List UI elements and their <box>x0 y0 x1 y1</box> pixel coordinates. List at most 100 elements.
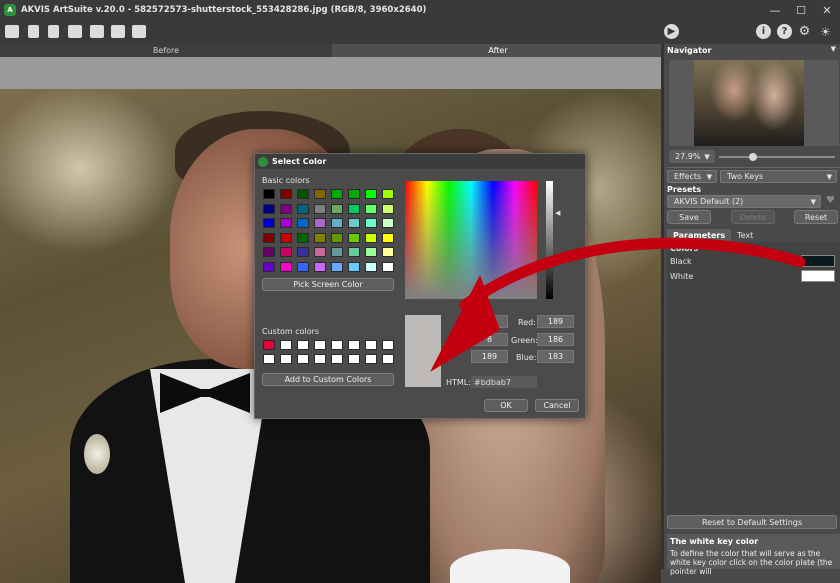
ok-button[interactable]: OK <box>484 399 528 412</box>
cancel-button[interactable]: Cancel <box>535 399 579 412</box>
basic-color-cell[interactable] <box>331 189 343 199</box>
html-color-input[interactable]: #bdbab7 <box>471 376 537 388</box>
basic-color-cell[interactable] <box>382 189 394 199</box>
basic-color-cell[interactable] <box>348 218 360 228</box>
basic-color-cell[interactable] <box>331 232 343 243</box>
basic-color-cell[interactable] <box>263 189 275 199</box>
custom-color-cell[interactable] <box>331 340 343 350</box>
basic-color-cell[interactable] <box>348 261 360 272</box>
basic-color-cell[interactable] <box>314 232 326 243</box>
info-icon[interactable]: i <box>756 24 771 39</box>
basic-color-cell[interactable] <box>331 261 343 272</box>
basic-color-cell[interactable] <box>365 203 377 214</box>
heart-icon[interactable]: ♥ <box>826 195 835 206</box>
navigator-window[interactable] <box>669 60 839 146</box>
effect-select[interactable]: Two Keys ▼ <box>720 170 837 183</box>
minimize-button[interactable]: — <box>762 0 788 20</box>
custom-color-cell[interactable] <box>331 354 343 364</box>
basic-color-cell[interactable] <box>280 261 292 272</box>
basic-color-cell[interactable] <box>331 247 343 257</box>
custom-color-cell[interactable] <box>365 354 377 364</box>
basic-color-cell[interactable] <box>263 218 275 228</box>
blue-field[interactable]: 183 <box>537 350 574 363</box>
saturation-field[interactable]: 8 <box>471 333 508 346</box>
hue-field[interactable] <box>471 315 508 328</box>
basic-color-cell[interactable] <box>263 203 275 214</box>
basic-color-cell[interactable] <box>297 218 309 228</box>
reset-preset-button[interactable]: Reset <box>794 210 838 224</box>
custom-color-cell[interactable] <box>314 354 326 364</box>
custom-color-cell[interactable] <box>365 340 377 350</box>
basic-color-cell[interactable] <box>263 247 275 257</box>
basic-color-cell[interactable] <box>297 232 309 243</box>
basic-color-cell[interactable] <box>382 218 394 228</box>
basic-color-cell[interactable] <box>348 203 360 214</box>
basic-color-cell[interactable] <box>297 189 309 199</box>
custom-color-cell[interactable] <box>297 340 309 350</box>
basic-color-cell[interactable] <box>365 232 377 243</box>
run-icon[interactable]: ▶ <box>664 24 679 39</box>
green-field[interactable]: 186 <box>537 333 574 346</box>
basic-color-cell[interactable] <box>263 232 275 243</box>
basic-color-cell[interactable] <box>331 203 343 214</box>
effects-dropdown[interactable]: Effects ▼ <box>667 170 717 183</box>
basic-color-cell[interactable] <box>314 261 326 272</box>
basic-color-cell[interactable] <box>331 218 343 228</box>
basic-color-cell[interactable] <box>365 247 377 257</box>
custom-color-cell[interactable] <box>297 354 309 364</box>
custom-color-cell[interactable] <box>263 340 275 350</box>
basic-color-cell[interactable] <box>263 261 275 272</box>
custom-color-cell[interactable] <box>263 354 275 364</box>
collapse-icon[interactable]: ▼ <box>831 45 836 53</box>
luminance-pointer-icon[interactable]: ◀ <box>555 209 560 217</box>
print-icon[interactable] <box>68 25 82 38</box>
custom-color-cell[interactable] <box>348 340 360 350</box>
luminance-bar[interactable] <box>546 181 553 299</box>
white-color-plate[interactable] <box>801 270 835 282</box>
basic-color-cell[interactable] <box>348 247 360 257</box>
basic-color-cell[interactable] <box>348 232 360 243</box>
zoom-dropdown[interactable]: 27.9% ▼ <box>669 150 715 163</box>
zoom-slider-knob[interactable] <box>749 153 758 161</box>
basic-color-cell[interactable] <box>365 261 377 272</box>
value-field[interactable]: 189 <box>471 350 508 363</box>
black-color-plate[interactable] <box>801 255 835 267</box>
share-icon[interactable] <box>111 25 125 38</box>
tab-before[interactable]: Before <box>0 44 332 57</box>
basic-color-cell[interactable] <box>365 189 377 199</box>
custom-color-cell[interactable] <box>348 354 360 364</box>
custom-color-cell[interactable] <box>382 354 394 364</box>
custom-color-cell[interactable] <box>382 340 394 350</box>
tab-text[interactable]: Text <box>731 229 759 242</box>
basic-color-cell[interactable] <box>382 247 394 257</box>
tab-after[interactable]: After <box>332 44 664 57</box>
zoom-slider[interactable] <box>719 153 835 161</box>
basic-color-cell[interactable] <box>348 189 360 199</box>
reset-to-default-button[interactable]: Reset to Default Settings <box>667 515 837 529</box>
basic-color-cell[interactable] <box>297 247 309 257</box>
basic-color-cell[interactable] <box>280 189 292 199</box>
home-icon[interactable] <box>5 25 19 38</box>
close-button[interactable]: ✕ <box>814 0 840 20</box>
tab-parameters[interactable]: Parameters <box>667 229 732 242</box>
navigator-thumbnail[interactable] <box>694 60 804 146</box>
basic-color-cell[interactable] <box>382 261 394 272</box>
pick-screen-color-button[interactable]: Pick Screen Color <box>262 278 394 291</box>
basic-color-cell[interactable] <box>382 232 394 243</box>
color-spectrum[interactable] <box>405 181 537 299</box>
save-file-icon[interactable] <box>48 25 59 38</box>
basic-color-cell[interactable] <box>365 218 377 228</box>
basic-color-cell[interactable] <box>314 218 326 228</box>
help-icon[interactable]: ? <box>777 24 792 39</box>
basic-color-cell[interactable] <box>280 247 292 257</box>
open-file-icon[interactable] <box>28 25 39 38</box>
preset-select[interactable]: AKVIS Default (2) ▼ <box>667 195 821 208</box>
basic-color-cell[interactable] <box>382 203 394 214</box>
basic-color-cell[interactable] <box>314 203 326 214</box>
red-field[interactable]: 189 <box>537 315 574 328</box>
basic-color-cell[interactable] <box>280 203 292 214</box>
add-to-custom-colors-button[interactable]: Add to Custom Colors <box>262 373 394 386</box>
basic-color-cell[interactable] <box>280 232 292 243</box>
basic-color-cell[interactable] <box>314 189 326 199</box>
batch-icon[interactable] <box>90 25 104 38</box>
